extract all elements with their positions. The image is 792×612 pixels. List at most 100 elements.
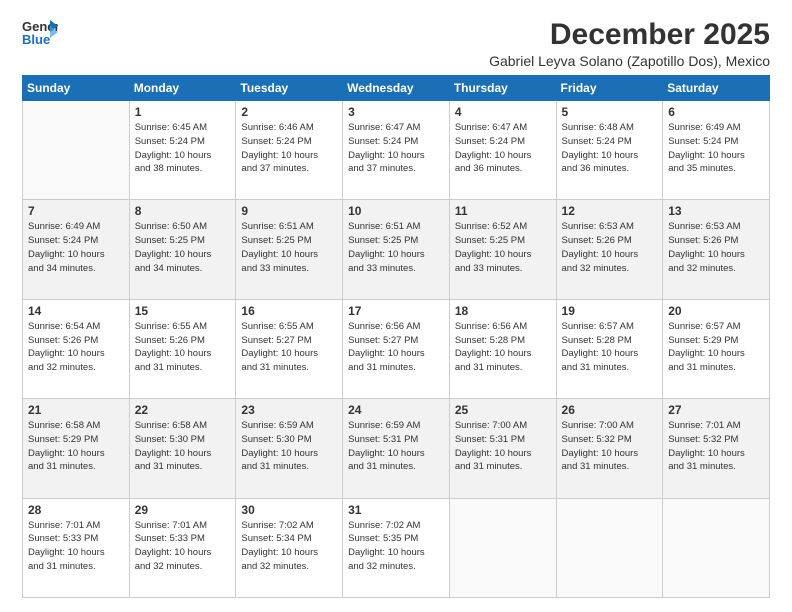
day-number: 29 xyxy=(135,503,231,517)
day-info: Sunrise: 6:47 AM Sunset: 5:24 PM Dayligh… xyxy=(455,121,551,176)
table-row: 1 Sunrise: 6:45 AM Sunset: 5:24 PM Daylig… xyxy=(129,101,236,200)
day-info: Sunrise: 6:50 AM Sunset: 5:25 PM Dayligh… xyxy=(135,220,231,275)
header-thursday: Thursday xyxy=(449,76,556,101)
table-row: 10 Sunrise: 6:51 AM Sunset: 5:25 PM Dayli… xyxy=(343,200,450,299)
table-row: 4 Sunrise: 6:47 AM Sunset: 5:24 PM Daylig… xyxy=(449,101,556,200)
svg-text:Blue: Blue xyxy=(22,32,50,46)
table-row: 21 Sunrise: 6:58 AM Sunset: 5:29 PM Dayli… xyxy=(23,399,130,498)
day-info: Sunrise: 6:51 AM Sunset: 5:25 PM Dayligh… xyxy=(241,220,337,275)
day-number: 25 xyxy=(455,403,551,417)
day-info: Sunrise: 6:47 AM Sunset: 5:24 PM Dayligh… xyxy=(348,121,444,176)
day-number: 22 xyxy=(135,403,231,417)
calendar-table: Sunday Monday Tuesday Wednesday Thursday… xyxy=(22,75,770,598)
calendar-week-1: 1 Sunrise: 6:45 AM Sunset: 5:24 PM Daylig… xyxy=(23,101,770,200)
day-info: Sunrise: 6:49 AM Sunset: 5:24 PM Dayligh… xyxy=(28,220,124,275)
day-number: 28 xyxy=(28,503,124,517)
day-number: 15 xyxy=(135,304,231,318)
day-info: Sunrise: 7:00 AM Sunset: 5:32 PM Dayligh… xyxy=(562,419,658,474)
header-wednesday: Wednesday xyxy=(343,76,450,101)
day-info: Sunrise: 7:02 AM Sunset: 5:35 PM Dayligh… xyxy=(348,519,444,574)
day-number: 19 xyxy=(562,304,658,318)
calendar-header-row: Sunday Monday Tuesday Wednesday Thursday… xyxy=(23,76,770,101)
day-number: 23 xyxy=(241,403,337,417)
day-number: 4 xyxy=(455,105,551,119)
header: General Blue December 2025 Gabriel Leyva… xyxy=(22,18,770,69)
header-friday: Friday xyxy=(556,76,663,101)
table-row: 25 Sunrise: 7:00 AM Sunset: 5:31 PM Dayli… xyxy=(449,399,556,498)
day-info: Sunrise: 6:57 AM Sunset: 5:29 PM Dayligh… xyxy=(668,320,764,375)
day-number: 2 xyxy=(241,105,337,119)
day-info: Sunrise: 6:56 AM Sunset: 5:27 PM Dayligh… xyxy=(348,320,444,375)
table-row: 19 Sunrise: 6:57 AM Sunset: 5:28 PM Dayli… xyxy=(556,299,663,398)
table-row: 20Sunrise: 6:57 AM Sunset: 5:29 PM Dayli… xyxy=(663,299,770,398)
day-number: 10 xyxy=(348,204,444,218)
day-info: Sunrise: 6:55 AM Sunset: 5:26 PM Dayligh… xyxy=(135,320,231,375)
day-number: 21 xyxy=(28,403,124,417)
day-info: Sunrise: 6:48 AM Sunset: 5:24 PM Dayligh… xyxy=(562,121,658,176)
header-tuesday: Tuesday xyxy=(236,76,343,101)
calendar-week-3: 14Sunrise: 6:54 AM Sunset: 5:26 PM Dayli… xyxy=(23,299,770,398)
day-info: Sunrise: 6:53 AM Sunset: 5:26 PM Dayligh… xyxy=(562,220,658,275)
table-row: 29 Sunrise: 7:01 AM Sunset: 5:33 PM Dayli… xyxy=(129,498,236,597)
table-row: 6 Sunrise: 6:49 AM Sunset: 5:24 PM Daylig… xyxy=(663,101,770,200)
page: General Blue December 2025 Gabriel Leyva… xyxy=(0,0,792,612)
day-info: Sunrise: 7:02 AM Sunset: 5:34 PM Dayligh… xyxy=(241,519,337,574)
table-row: 15 Sunrise: 6:55 AM Sunset: 5:26 PM Dayli… xyxy=(129,299,236,398)
header-saturday: Saturday xyxy=(663,76,770,101)
subtitle: Gabriel Leyva Solano (Zapotillo Dos), Me… xyxy=(489,53,770,69)
header-sunday: Sunday xyxy=(23,76,130,101)
day-info: Sunrise: 7:01 AM Sunset: 5:32 PM Dayligh… xyxy=(668,419,764,474)
day-info: Sunrise: 6:52 AM Sunset: 5:25 PM Dayligh… xyxy=(455,220,551,275)
day-number: 27 xyxy=(668,403,764,417)
day-info: Sunrise: 7:00 AM Sunset: 5:31 PM Dayligh… xyxy=(455,419,551,474)
table-row: 26Sunrise: 7:00 AM Sunset: 5:32 PM Dayli… xyxy=(556,399,663,498)
day-number: 1 xyxy=(135,105,231,119)
day-info: Sunrise: 6:58 AM Sunset: 5:29 PM Dayligh… xyxy=(28,419,124,474)
table-row: 22 Sunrise: 6:58 AM Sunset: 5:30 PM Dayli… xyxy=(129,399,236,498)
day-number: 11 xyxy=(455,204,551,218)
table-row xyxy=(23,101,130,200)
day-info: Sunrise: 6:49 AM Sunset: 5:24 PM Dayligh… xyxy=(668,121,764,176)
day-info: Sunrise: 6:54 AM Sunset: 5:26 PM Dayligh… xyxy=(28,320,124,375)
day-number: 18 xyxy=(455,304,551,318)
day-info: Sunrise: 7:01 AM Sunset: 5:33 PM Dayligh… xyxy=(135,519,231,574)
day-number: 9 xyxy=(241,204,337,218)
table-row: 23Sunrise: 6:59 AM Sunset: 5:30 PM Dayli… xyxy=(236,399,343,498)
table-row: 12Sunrise: 6:53 AM Sunset: 5:26 PM Dayli… xyxy=(556,200,663,299)
day-info: Sunrise: 7:01 AM Sunset: 5:33 PM Dayligh… xyxy=(28,519,124,574)
day-number: 5 xyxy=(562,105,658,119)
table-row: 5 Sunrise: 6:48 AM Sunset: 5:24 PM Daylig… xyxy=(556,101,663,200)
day-info: Sunrise: 6:46 AM Sunset: 5:24 PM Dayligh… xyxy=(241,121,337,176)
table-row: 16Sunrise: 6:55 AM Sunset: 5:27 PM Dayli… xyxy=(236,299,343,398)
day-number: 6 xyxy=(668,105,764,119)
day-number: 7 xyxy=(28,204,124,218)
table-row: 30 Sunrise: 7:02 AM Sunset: 5:34 PM Dayli… xyxy=(236,498,343,597)
month-title: December 2025 xyxy=(489,18,770,51)
table-row: 2 Sunrise: 6:46 AM Sunset: 5:24 PM Daylig… xyxy=(236,101,343,200)
day-info: Sunrise: 6:53 AM Sunset: 5:26 PM Dayligh… xyxy=(668,220,764,275)
table-row: 18 Sunrise: 6:56 AM Sunset: 5:28 PM Dayli… xyxy=(449,299,556,398)
table-row: 31Sunrise: 7:02 AM Sunset: 5:35 PM Dayli… xyxy=(343,498,450,597)
day-info: Sunrise: 6:45 AM Sunset: 5:24 PM Dayligh… xyxy=(135,121,231,176)
day-number: 30 xyxy=(241,503,337,517)
table-row: 8 Sunrise: 6:50 AM Sunset: 5:25 PM Daylig… xyxy=(129,200,236,299)
table-row: 14Sunrise: 6:54 AM Sunset: 5:26 PM Dayli… xyxy=(23,299,130,398)
day-number: 17 xyxy=(348,304,444,318)
day-info: Sunrise: 6:59 AM Sunset: 5:31 PM Dayligh… xyxy=(348,419,444,474)
day-info: Sunrise: 6:56 AM Sunset: 5:28 PM Dayligh… xyxy=(455,320,551,375)
calendar-week-4: 21 Sunrise: 6:58 AM Sunset: 5:29 PM Dayli… xyxy=(23,399,770,498)
day-number: 3 xyxy=(348,105,444,119)
table-row: 9 Sunrise: 6:51 AM Sunset: 5:25 PM Daylig… xyxy=(236,200,343,299)
day-number: 13 xyxy=(668,204,764,218)
day-number: 8 xyxy=(135,204,231,218)
logo: General Blue xyxy=(22,18,58,46)
table-row xyxy=(449,498,556,597)
day-info: Sunrise: 6:58 AM Sunset: 5:30 PM Dayligh… xyxy=(135,419,231,474)
table-row xyxy=(663,498,770,597)
day-number: 16 xyxy=(241,304,337,318)
day-info: Sunrise: 6:51 AM Sunset: 5:25 PM Dayligh… xyxy=(348,220,444,275)
table-row: 17 Sunrise: 6:56 AM Sunset: 5:27 PM Dayli… xyxy=(343,299,450,398)
day-info: Sunrise: 6:57 AM Sunset: 5:28 PM Dayligh… xyxy=(562,320,658,375)
calendar-week-2: 7 Sunrise: 6:49 AM Sunset: 5:24 PM Daylig… xyxy=(23,200,770,299)
table-row: 11 Sunrise: 6:52 AM Sunset: 5:25 PM Dayli… xyxy=(449,200,556,299)
